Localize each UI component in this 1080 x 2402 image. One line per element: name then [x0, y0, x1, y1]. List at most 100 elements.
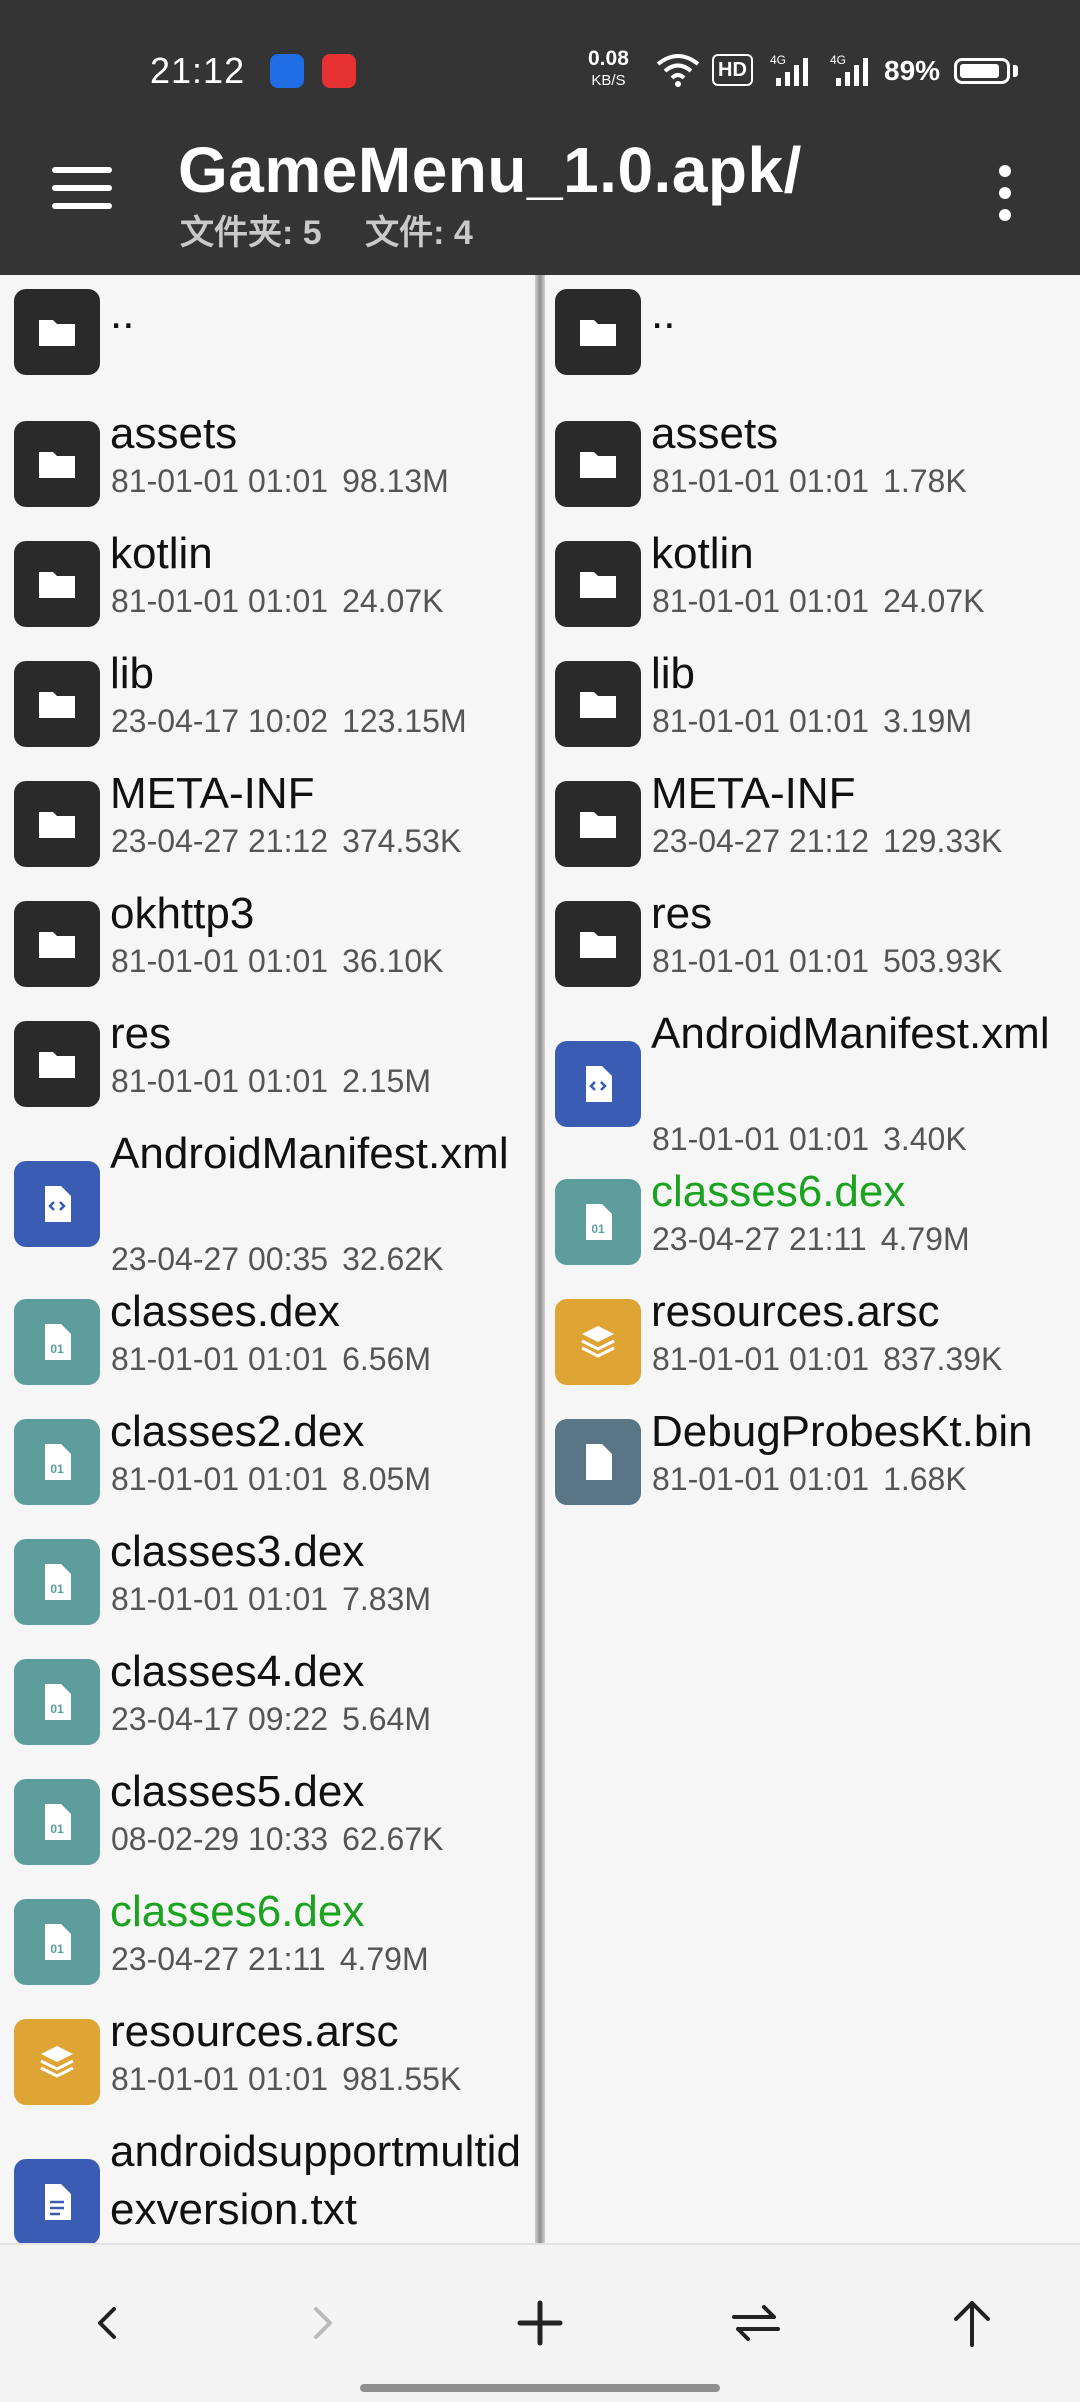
- folder-icon: [555, 661, 641, 747]
- folder-row[interactable]: res 81-01-01 01:01 2.15M: [0, 1005, 535, 1125]
- file-row[interactable]: 01 classes.dex 81-01-01 01:01 6.56M: [0, 1283, 535, 1403]
- battery-percent: 89%: [884, 55, 941, 86]
- file-row[interactable]: AndroidManifest.xml 23-04-27 00:35 32.62K: [0, 1125, 535, 1283]
- pane-divider[interactable]: [535, 275, 545, 2243]
- svg-text:4G: 4G: [770, 53, 786, 67]
- item-meta: 81-01-01 01:01 1.78K: [652, 463, 967, 500]
- up-icon[interactable]: [942, 2293, 1002, 2353]
- item-size: 6.56M: [342, 1341, 431, 1377]
- item-size: 503.93K: [883, 943, 1003, 979]
- folder-row[interactable]: okhttp3 81-01-01 01:01 36.10K: [0, 885, 535, 1005]
- more-options-icon[interactable]: [985, 165, 1025, 229]
- item-name: lib: [110, 649, 155, 698]
- item-meta: 23-04-27 21:12 374.53K: [111, 823, 461, 860]
- folder-icon: [14, 541, 100, 627]
- item-meta: 81-01-01 01:01 36.10K: [111, 943, 443, 980]
- item-size: 374.53K: [342, 823, 462, 859]
- folder-row[interactable]: ..: [545, 285, 1080, 405]
- svg-text:01: 01: [50, 1342, 64, 1356]
- file-row[interactable]: androidsupportmultidexversion.txt: [0, 2123, 535, 2243]
- item-name: resources.arsc: [651, 1287, 940, 1336]
- item-date: 23-04-27 21:11: [652, 1221, 867, 1257]
- folder-row[interactable]: assets 81-01-01 01:01 98.13M: [0, 405, 535, 525]
- item-meta: 23-04-27 21:12 129.33K: [652, 823, 1002, 860]
- item-name: lib: [651, 649, 696, 698]
- page-title: GameMenu_1.0.apk/: [178, 134, 802, 206]
- item-date: 81-01-01 01:01: [652, 943, 870, 979]
- file-row[interactable]: resources.arsc 81-01-01 01:01 981.55K: [0, 2003, 535, 2123]
- svg-text:01: 01: [50, 1582, 64, 1596]
- item-date: 81-01-01 01:01: [111, 1063, 329, 1099]
- file-row[interactable]: 01 classes4.dex 23-04-17 09:22 5.64M: [0, 1643, 535, 1763]
- right-file-pane[interactable]: .. assets 81-01-01 01:01 1.78K kotlin 81-01-0…: [545, 275, 1080, 2243]
- item-date: 81-01-01 01:01: [111, 1341, 329, 1377]
- file-row[interactable]: 01 classes5.dex 08-02-29 10:33 62.67K: [0, 1763, 535, 1883]
- folder-row[interactable]: lib 81-01-01 01:01 3.19M: [545, 645, 1080, 765]
- item-meta: 81-01-01 01:01 3.40K: [652, 1121, 967, 1158]
- notification-app-icon: [270, 54, 304, 88]
- item-meta: 81-01-01 01:01 98.13M: [111, 463, 449, 500]
- folder-row[interactable]: META-INF 23-04-27 21:12 374.53K: [0, 765, 535, 885]
- item-meta: 23-04-17 10:02 123.15M: [111, 703, 467, 740]
- item-meta: 81-01-01 01:01 503.93K: [652, 943, 1002, 980]
- item-name: classes.dex: [110, 1287, 340, 1336]
- signal-icon: 4G: [770, 53, 808, 86]
- file-row[interactable]: 01 classes3.dex 81-01-01 01:01 7.83M: [0, 1523, 535, 1643]
- item-name: res: [651, 889, 713, 938]
- svg-text:01: 01: [50, 1942, 64, 1956]
- folder-icon: [555, 901, 641, 987]
- signal-icon: 4G: [830, 53, 868, 86]
- item-size: 24.07K: [883, 583, 985, 619]
- network-speed: 0.08 KB/S: [588, 48, 629, 92]
- folder-icon: [14, 421, 100, 507]
- folder-row[interactable]: kotlin 81-01-01 01:01 24.07K: [0, 525, 535, 645]
- item-name: META-INF: [651, 769, 856, 818]
- item-date: 81-01-01 01:01: [652, 1461, 870, 1497]
- folder-count: 文件夹: 5: [180, 214, 322, 252]
- folder-icon: [555, 541, 641, 627]
- network-speed-unit: KB/S: [591, 72, 626, 89]
- home-indicator[interactable]: [360, 2384, 720, 2392]
- item-size: 1.78K: [883, 463, 967, 499]
- folder-row[interactable]: lib 23-04-17 10:02 123.15M: [0, 645, 535, 765]
- item-name: assets: [110, 409, 238, 458]
- forward-icon[interactable]: [292, 2293, 352, 2353]
- folder-row[interactable]: res 81-01-01 01:01 503.93K: [545, 885, 1080, 1005]
- item-name: classes6.dex: [110, 1887, 365, 1936]
- item-size: 1.68K: [883, 1461, 967, 1497]
- file-row[interactable]: 01 classes6.dex 23-04-27 21:11 4.79M: [0, 1883, 535, 2003]
- item-meta: 23-04-27 21:11 4.79M: [111, 1941, 429, 1978]
- folder-row[interactable]: META-INF 23-04-27 21:12 129.33K: [545, 765, 1080, 885]
- folder-row[interactable]: ..: [0, 285, 535, 405]
- file-row[interactable]: 01 classes2.dex 81-01-01 01:01 8.05M: [0, 1403, 535, 1523]
- item-name: AndroidManifest.xml: [110, 1129, 509, 1178]
- menu-icon[interactable]: [52, 167, 112, 217]
- item-meta: 23-04-27 00:35 32.62K: [111, 1241, 443, 1278]
- item-date: 23-04-17 09:22: [111, 1701, 329, 1737]
- item-date: 23-04-27 21:12: [111, 823, 329, 859]
- add-icon[interactable]: [510, 2293, 570, 2353]
- file-row[interactable]: resources.arsc 81-01-01 01:01 837.39K: [545, 1283, 1080, 1403]
- file-row[interactable]: DebugProbesKt.bin 81-01-01 01:01 1.68K: [545, 1403, 1080, 1523]
- item-size: 4.79M: [339, 1941, 429, 1977]
- item-size: 981.55K: [342, 2061, 462, 2097]
- left-file-pane[interactable]: .. assets 81-01-01 01:01 98.13M kotlin 81-01-…: [0, 275, 535, 2243]
- item-date: 81-01-01 01:01: [652, 463, 870, 499]
- folder-row[interactable]: assets 81-01-01 01:01 1.78K: [545, 405, 1080, 525]
- binary-file-icon: 01: [14, 1779, 100, 1865]
- folder-icon: [14, 661, 100, 747]
- folder-icon: [14, 901, 100, 987]
- binary-file-icon: 01: [14, 1419, 100, 1505]
- file-row[interactable]: AndroidManifest.xml 81-01-01 01:01 3.40K: [545, 1005, 1080, 1163]
- item-meta: 81-01-01 01:01 2.15M: [111, 1063, 431, 1100]
- item-date: 23-04-27 21:12: [652, 823, 870, 859]
- swap-icon[interactable]: [726, 2293, 786, 2353]
- folder-row[interactable]: kotlin 81-01-01 01:01 24.07K: [545, 525, 1080, 645]
- binary-file-icon: 01: [14, 1299, 100, 1385]
- file-count: 文件: 4: [365, 214, 473, 252]
- item-size: 62.67K: [342, 1821, 444, 1857]
- file-row[interactable]: 01 classes6.dex 23-04-27 21:11 4.79M: [545, 1163, 1080, 1283]
- binary-file-icon: 01: [14, 1899, 100, 1985]
- file-icon: [555, 1419, 641, 1505]
- back-icon[interactable]: [78, 2293, 138, 2353]
